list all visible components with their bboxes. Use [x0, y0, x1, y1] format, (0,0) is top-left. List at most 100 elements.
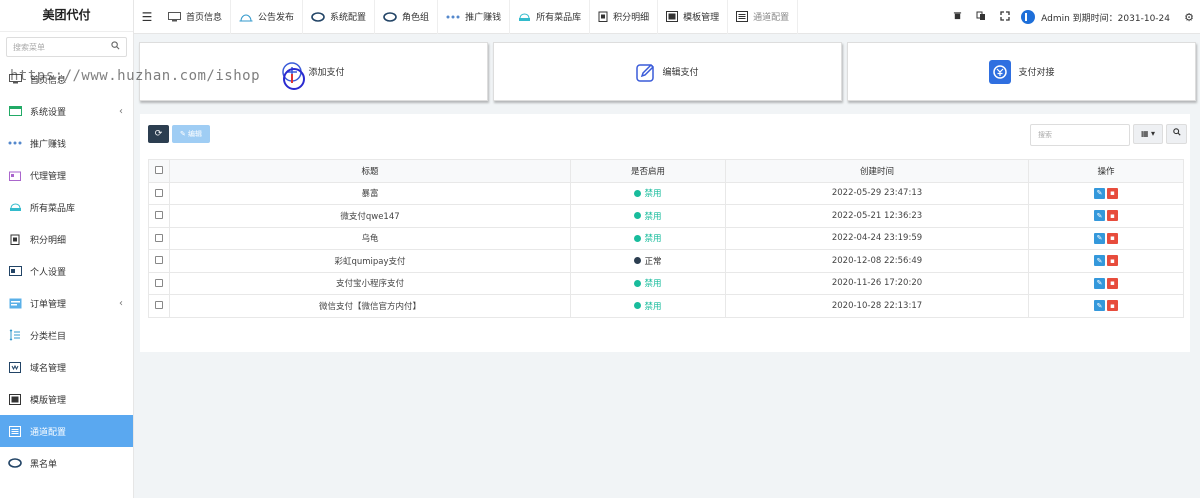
cell-created: 2022-05-29 23:47:13 — [725, 181, 1029, 205]
table-row[interactable]: 微支付qwe147 禁用 2022-05-21 12:36:23 ✎ ▪ — [148, 204, 1184, 228]
status-badge[interactable]: 正常 — [634, 255, 662, 267]
nav-tab[interactable]: 所有菜品库 — [510, 0, 591, 34]
nav-tab[interactable]: 首页信息 — [160, 0, 232, 34]
row-checkbox[interactable] — [148, 294, 170, 318]
pencil-icon[interactable]: ✎ — [1094, 210, 1105, 222]
sidebar-item[interactable]: 积分明细 — [0, 223, 133, 255]
chevron-left-icon[interactable]: ‹ — [119, 106, 123, 117]
table-row[interactable]: 支付宝小程序支付 禁用 2020-11-26 17:20:20 ✎ ▪ — [148, 271, 1184, 295]
sidebar-item[interactable]: 通道配置 — [0, 415, 133, 447]
menu-search-box[interactable] — [6, 37, 127, 57]
nav-tab[interactable]: 系统配置 — [303, 0, 376, 34]
gear-icon[interactable]: ⚙ — [1178, 11, 1200, 24]
status-dot-icon — [634, 234, 642, 242]
nav-tab[interactable]: 公告发布 — [231, 0, 304, 34]
status-badge[interactable]: 禁用 — [634, 187, 662, 199]
cell-title: 乌龟 — [169, 226, 571, 250]
cell-actions: ✎ ▪ — [1028, 226, 1184, 250]
nav-tab-label: 积分明细 — [613, 13, 650, 23]
sidebar-item-label: 推广赚钱 — [30, 139, 67, 150]
header-status[interactable]: 是否启用 — [570, 159, 726, 183]
clear-cache-icon[interactable] — [945, 11, 969, 23]
cell-title: 微信支付【微信官方内付】 — [169, 294, 571, 318]
table-search-input[interactable]: 搜索 — [1030, 124, 1130, 146]
cell-created: 2020-10-28 22:13:17 — [725, 294, 1029, 318]
row-checkbox[interactable] — [148, 181, 170, 205]
search-icon[interactable] — [1166, 124, 1187, 144]
trash-icon[interactable]: ▪ — [1107, 277, 1118, 289]
nav-tab[interactable]: 积分明细 — [590, 0, 659, 34]
sidebar-item[interactable]: 所有菜品库 — [0, 191, 133, 223]
config-icon — [311, 11, 325, 22]
select-all-checkbox[interactable] — [148, 159, 170, 183]
menu-search-input[interactable] — [13, 42, 103, 52]
sidebar-item-label: 积分明细 — [30, 235, 67, 246]
table-row[interactable]: 乌龟 禁用 2022-04-24 23:19:59 ✎ ▪ — [148, 226, 1184, 250]
edit-button[interactable]: ✎ 编辑 — [172, 125, 210, 143]
status-text: 禁用 — [644, 189, 662, 199]
sidebar-item[interactable]: 分类栏目 — [0, 319, 133, 351]
user-info[interactable]: Admin 到期时间：2031-10-24 — [1021, 10, 1170, 24]
search-icon[interactable] — [111, 41, 120, 53]
cell-status[interactable]: 正常 — [570, 249, 726, 273]
row-checkbox[interactable] — [148, 249, 170, 273]
action-card[interactable]: 支付对接 — [847, 42, 1196, 101]
cell-status[interactable]: 禁用 — [570, 181, 726, 205]
pencil-icon[interactable]: ✎ — [1094, 277, 1105, 289]
trash-icon[interactable]: ▪ — [1107, 210, 1118, 222]
sidebar-item[interactable]: 系统设置 ‹ — [0, 95, 133, 127]
nav-tab[interactable]: 模板管理 — [658, 0, 729, 34]
nav-tab-label: 通道配置 — [753, 13, 790, 23]
nav-tab-label: 模板管理 — [683, 13, 720, 23]
table-row[interactable]: 彩虹qumipay支付 正常 2020-12-08 22:56:49 ✎ ▪ — [148, 249, 1184, 273]
cell-status[interactable]: 禁用 — [570, 294, 726, 318]
menu-toggle-icon[interactable]: ☰ — [134, 10, 160, 24]
trash-icon[interactable]: ▪ — [1107, 187, 1118, 199]
trash-icon[interactable]: ▪ — [1107, 255, 1118, 267]
pencil-icon[interactable]: ✎ — [1094, 255, 1105, 267]
sidebar-item-label: 系统设置 — [30, 107, 67, 118]
translate-icon[interactable] — [969, 11, 993, 24]
trash-icon[interactable]: ▪ — [1107, 300, 1118, 312]
pencil-icon[interactable]: ✎ — [1094, 232, 1105, 244]
avatar[interactable] — [1021, 10, 1036, 24]
row-checkbox[interactable] — [148, 204, 170, 228]
table-row[interactable]: 微信支付【微信官方内付】 禁用 2020-10-28 22:13:17 ✎ ▪ — [148, 294, 1184, 318]
announce-icon — [239, 12, 253, 22]
nav-tab[interactable]: 角色组 — [375, 0, 439, 34]
fullscreen-icon[interactable] — [993, 10, 1017, 24]
nav-tab[interactable]: 通道配置 — [728, 0, 799, 34]
row-checkbox[interactable] — [148, 271, 170, 295]
chevron-left-icon[interactable]: ‹ — [119, 298, 123, 309]
nav-tab[interactable]: 推广赚钱 — [438, 0, 511, 34]
sidebar-item[interactable]: 黑名单 — [0, 447, 133, 479]
sidebar-item[interactable]: 模版管理 — [0, 383, 133, 415]
cell-status[interactable]: 禁用 — [570, 271, 726, 295]
sidebar-item[interactable]: 个人设置 — [0, 255, 133, 287]
sidebar-item[interactable]: 推广赚钱 — [0, 127, 133, 159]
sidebar-item[interactable]: 代理管理 — [0, 159, 133, 191]
cell-status[interactable]: 禁用 — [570, 204, 726, 228]
columns-toggle-button[interactable]: ▦ ▾ — [1133, 124, 1163, 144]
sidebar-item[interactable]: 订单管理 ‹ — [0, 287, 133, 319]
cell-status[interactable]: 禁用 — [570, 226, 726, 250]
table-row[interactable]: 暴富 禁用 2022-05-29 23:47:13 ✎ ▪ — [148, 181, 1184, 205]
pencil-icon — [636, 62, 656, 82]
header-created[interactable]: 创建时间 — [725, 159, 1029, 183]
status-badge[interactable]: 禁用 — [634, 300, 662, 312]
action-card[interactable]: 编辑支付 — [493, 42, 842, 101]
status-dot-icon — [634, 257, 642, 264]
sidebar-item[interactable]: 域名管理 — [0, 351, 133, 383]
status-badge[interactable]: 禁用 — [634, 232, 662, 244]
trash-icon[interactable]: ▪ — [1107, 232, 1118, 244]
cell-actions: ✎ ▪ — [1028, 271, 1184, 295]
status-badge[interactable]: 禁用 — [634, 277, 662, 289]
pencil-icon[interactable]: ✎ — [1094, 187, 1105, 199]
row-checkbox[interactable] — [148, 226, 170, 250]
blacklist-icon — [8, 457, 22, 469]
pencil-icon[interactable]: ✎ — [1094, 300, 1105, 312]
header-title[interactable]: 标题 — [169, 159, 571, 183]
cell-actions: ✎ ▪ — [1028, 204, 1184, 228]
refresh-button[interactable]: ⟳ — [148, 125, 169, 143]
status-badge[interactable]: 禁用 — [634, 210, 662, 222]
